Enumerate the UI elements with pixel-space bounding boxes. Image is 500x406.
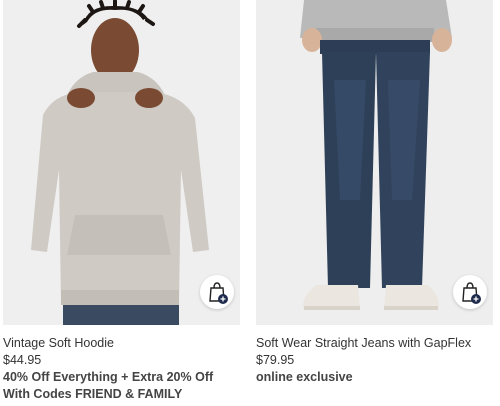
quick-add-button[interactable] bbox=[200, 275, 234, 309]
hoodie-photo[interactable] bbox=[3, 0, 240, 325]
promo-text-line-2: With Codes FRIEND & FAMILY bbox=[3, 387, 183, 401]
shopping-bag-plus-icon bbox=[462, 282, 481, 304]
product-info: Vintage Soft Hoodie $44.95 40% Off Every… bbox=[3, 325, 240, 403]
product-price: $79.95 bbox=[256, 353, 295, 367]
product-name[interactable]: Vintage Soft Hoodie bbox=[3, 335, 240, 352]
product-card-jeans[interactable]: Soft Wear Straight Jeans with GapFlex $7… bbox=[256, 0, 493, 386]
promo-text: online exclusive bbox=[256, 370, 353, 384]
shopping-bag-plus-icon bbox=[209, 282, 228, 304]
product-price: $44.95 bbox=[3, 353, 42, 367]
promo-text: 40% Off Everything + Extra 20% Off bbox=[3, 370, 214, 384]
product-grid: Vintage Soft Hoodie $44.95 40% Off Every… bbox=[0, 0, 500, 406]
jeans-photo[interactable] bbox=[256, 0, 493, 325]
quick-add-button[interactable] bbox=[453, 275, 487, 309]
product-card-hoodie[interactable]: Vintage Soft Hoodie $44.95 40% Off Every… bbox=[3, 0, 240, 403]
product-name[interactable]: Soft Wear Straight Jeans with GapFlex bbox=[256, 335, 493, 352]
product-info: Soft Wear Straight Jeans with GapFlex $7… bbox=[256, 325, 493, 386]
